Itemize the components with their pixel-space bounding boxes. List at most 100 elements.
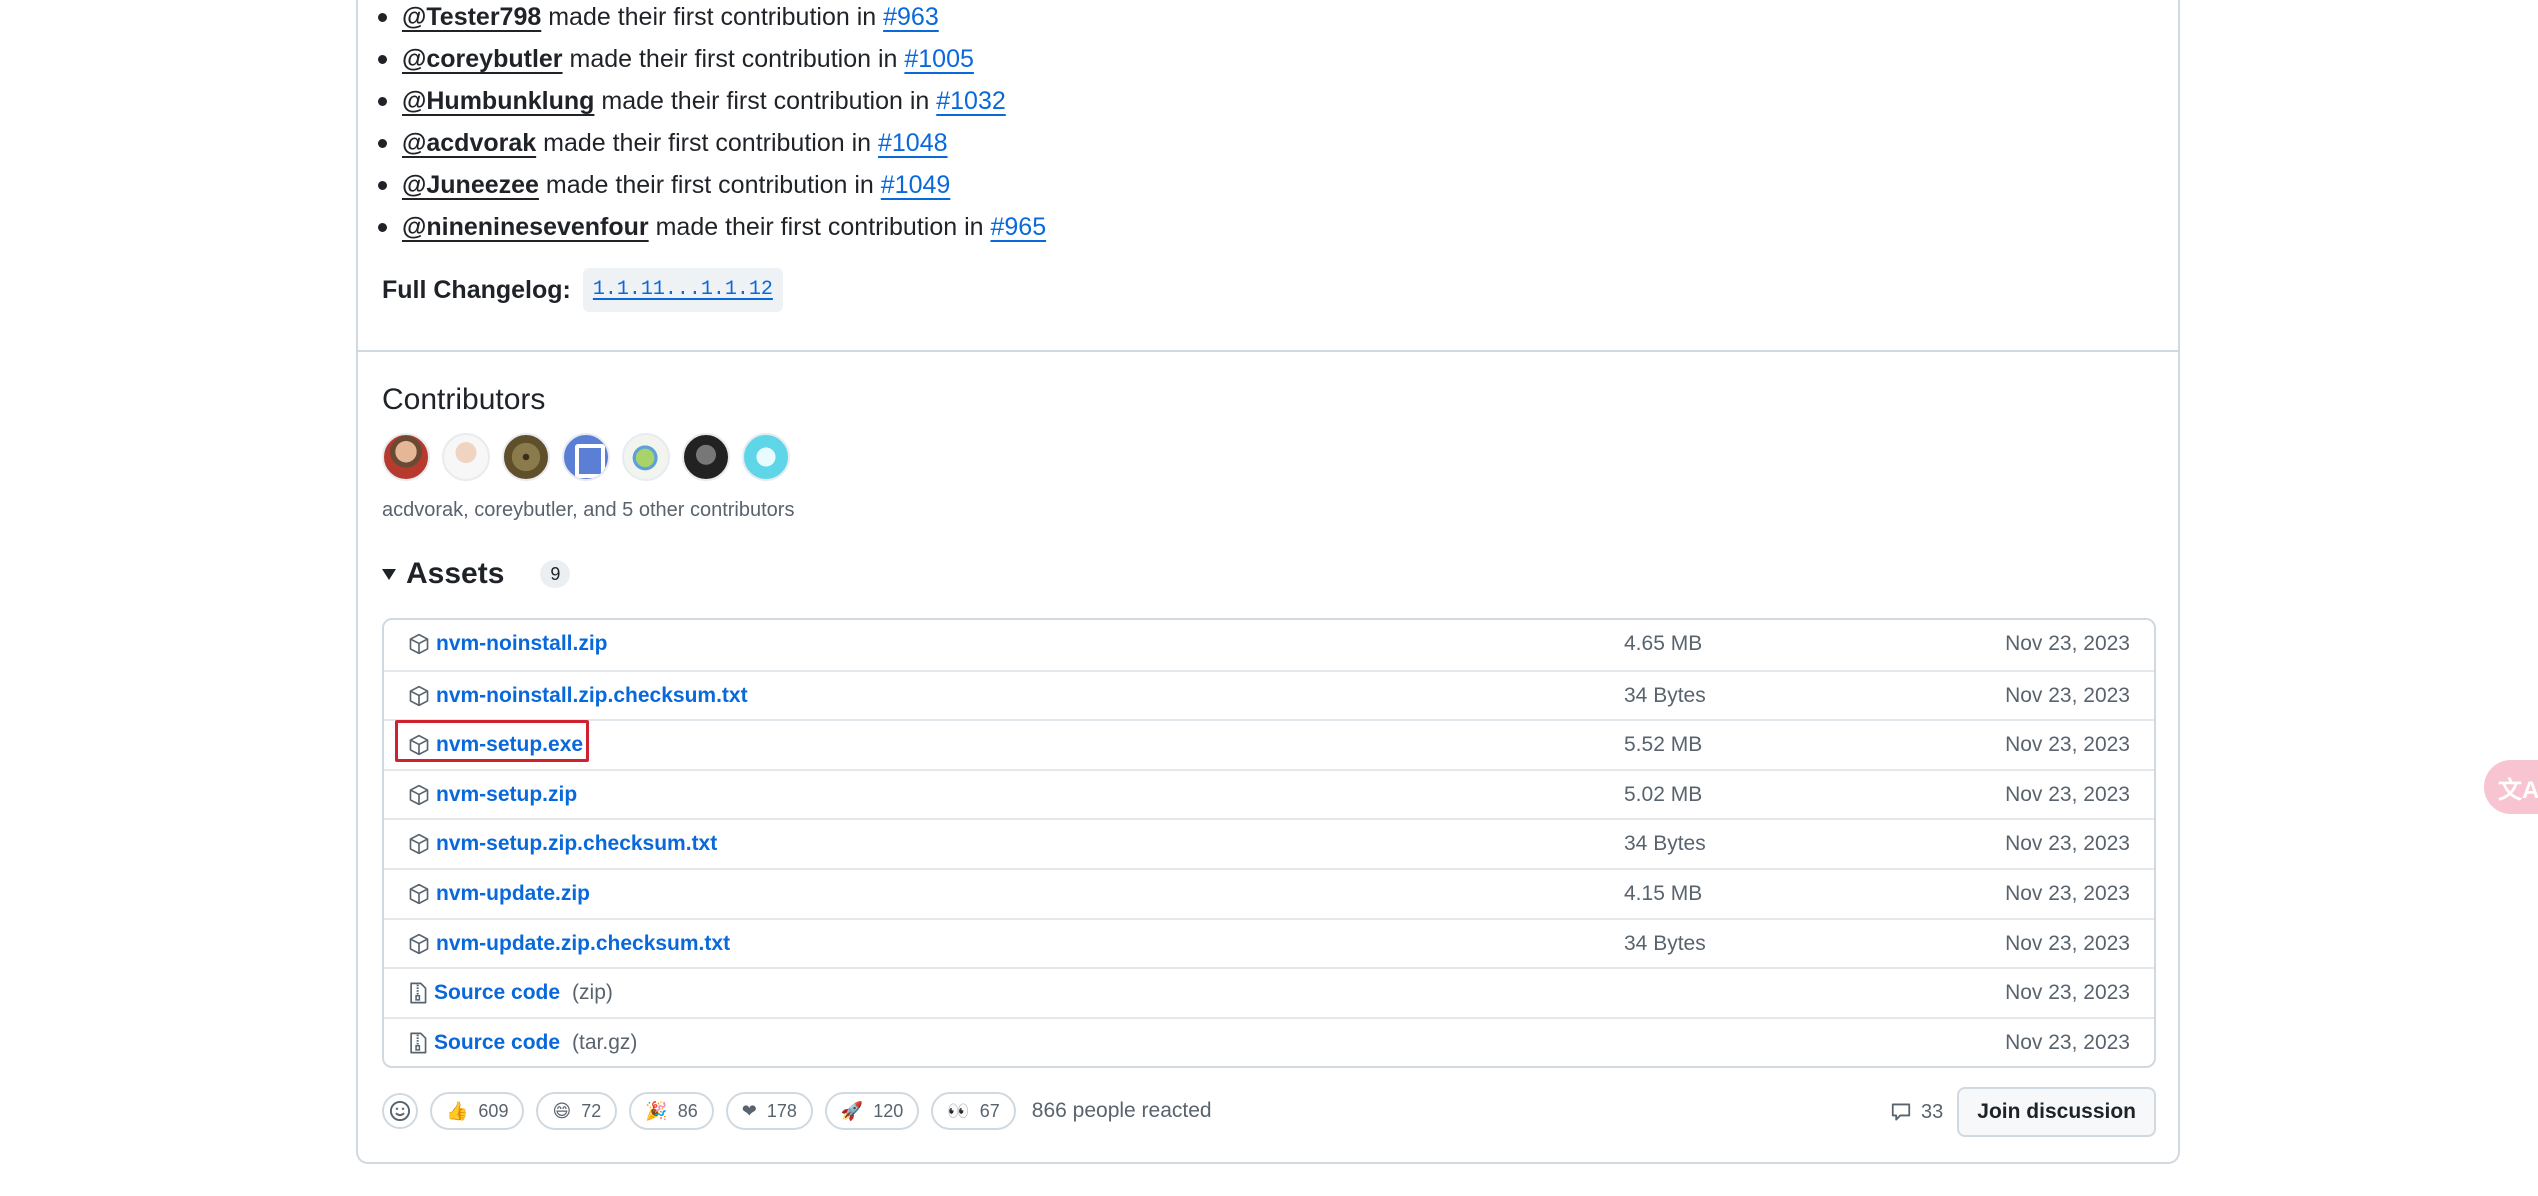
reaction-chip[interactable]: ❤ 178 bbox=[725, 1092, 813, 1130]
reactions-bar: 👍 609 😄 72 🎉 86 ❤ 178 🚀 120 👀 67 866 people reacted bbox=[382, 1092, 1212, 1130]
pull-request-link[interactable]: #1032 bbox=[936, 87, 1006, 115]
asset-link[interactable]: nvm-noinstall.zip.checksum.txt bbox=[436, 684, 748, 708]
asset-row: nvm-setup.exe 5.52 MB Nov 23, 2023 bbox=[384, 719, 2154, 769]
file-zip-icon bbox=[410, 1032, 427, 1054]
asset-size: 34 Bytes bbox=[1624, 931, 1706, 955]
package-icon bbox=[409, 883, 429, 905]
laugh-icon: 😄 bbox=[552, 1100, 572, 1122]
reaction-count: 120 bbox=[873, 1100, 904, 1121]
asset-name[interactable]: Source code (tar.gz) bbox=[408, 1019, 637, 1067]
avatar[interactable] bbox=[622, 433, 670, 481]
pull-request-link[interactable]: #965 bbox=[990, 213, 1046, 241]
user-link[interactable]: @nineninesevenfour bbox=[402, 213, 649, 241]
user-link[interactable]: @acdvorak bbox=[402, 129, 536, 157]
asset-suffix: (tar.gz) bbox=[572, 1030, 638, 1054]
user-link[interactable]: @Humbunklung bbox=[402, 87, 594, 115]
reactions-summary: 866 people reacted bbox=[1031, 1099, 1212, 1122]
full-changelog-label: Full Changelog: bbox=[382, 276, 571, 304]
discussion-area: 33 Join discussion bbox=[1889, 1087, 2156, 1137]
asset-row: Source code (tar.gz) Nov 23, 2023 bbox=[384, 1016, 2154, 1067]
asset-link[interactable]: nvm-noinstall.zip bbox=[436, 632, 608, 656]
translate-icon: 文A bbox=[2498, 776, 2538, 804]
asset-link[interactable]: nvm-setup.zip.checksum.txt bbox=[436, 832, 717, 856]
asset-name[interactable]: nvm-update.zip bbox=[408, 870, 590, 918]
file-zip-icon bbox=[410, 982, 427, 1004]
pull-request-link[interactable]: #1049 bbox=[881, 171, 951, 199]
thumbs-up-icon: 👍 bbox=[446, 1100, 469, 1122]
contribution-text: made their first contribution in bbox=[648, 213, 991, 241]
assets-toggle[interactable]: Assets 9 bbox=[382, 552, 571, 596]
compare-link[interactable]: 1.1.11...1.1.12 bbox=[582, 268, 783, 312]
list-item: @acdvorak made their first contribution … bbox=[377, 126, 1046, 168]
contributors-heading: Contributors bbox=[382, 383, 546, 416]
asset-row: Source code (zip) Nov 23, 2023 bbox=[384, 967, 2154, 1017]
comment-count[interactable]: 33 bbox=[1889, 1101, 1943, 1124]
hooray-icon: 🎉 bbox=[645, 1100, 668, 1122]
asset-link[interactable]: nvm-setup.exe bbox=[436, 733, 583, 757]
asset-date: Nov 23, 2023 bbox=[2005, 931, 2130, 955]
comment-icon bbox=[1891, 1103, 1911, 1121]
contribution-text: made their first contribution in bbox=[594, 87, 937, 115]
asset-row: nvm-setup.zip 5.02 MB Nov 23, 2023 bbox=[384, 768, 2154, 819]
asset-date: Nov 23, 2023 bbox=[2005, 981, 2130, 1005]
user-link[interactable]: @Tester798 bbox=[402, 3, 541, 31]
avatar[interactable] bbox=[682, 433, 730, 481]
assets-list: nvm-noinstall.zip 4.65 MB Nov 23, 2023 nvm-… bbox=[382, 618, 2156, 1068]
package-icon bbox=[409, 933, 429, 954]
user-link[interactable]: @Juneezee bbox=[402, 171, 539, 199]
reaction-chip[interactable]: 👍 609 bbox=[430, 1092, 525, 1130]
list-item: @Juneezee made their first contribution … bbox=[377, 168, 1046, 210]
asset-name[interactable]: nvm-noinstall.zip bbox=[408, 620, 608, 668]
asset-name[interactable]: nvm-noinstall.zip.checksum.txt bbox=[408, 672, 748, 720]
asset-size: 4.65 MB bbox=[1624, 632, 1703, 655]
asset-name[interactable]: nvm-update.zip.checksum.txt bbox=[408, 920, 730, 968]
package-icon bbox=[409, 633, 429, 655]
asset-row: nvm-update.zip.checksum.txt 34 Bytes Nov 2… bbox=[384, 917, 2154, 968]
avatar[interactable] bbox=[442, 433, 490, 481]
asset-date: Nov 23, 2023 bbox=[2005, 1030, 2130, 1054]
asset-link[interactable]: nvm-update.zip.checksum.txt bbox=[436, 932, 730, 956]
pull-request-link[interactable]: #963 bbox=[883, 3, 939, 31]
user-link[interactable]: @coreybutler bbox=[402, 45, 563, 73]
contribution-text: made their first contribution in bbox=[562, 45, 905, 73]
add-reaction-button[interactable] bbox=[382, 1093, 418, 1129]
asset-link[interactable]: Source code bbox=[434, 1031, 560, 1055]
asset-size: 5.02 MB bbox=[1624, 782, 1703, 806]
translate-widget[interactable]: 文A bbox=[2484, 760, 2538, 814]
asset-link[interactable]: nvm-setup.zip bbox=[436, 783, 577, 807]
asset-date: Nov 23, 2023 bbox=[2005, 683, 2130, 707]
avatar[interactable] bbox=[382, 433, 430, 481]
contributors-summary[interactable]: acdvorak, coreybutler, and 5 other contr… bbox=[382, 496, 794, 524]
contribution-text: made their first contribution in bbox=[536, 129, 878, 157]
asset-row: nvm-setup.zip.checksum.txt 34 Bytes Nov 23… bbox=[384, 818, 2154, 868]
pull-request-link[interactable]: #1005 bbox=[904, 45, 974, 73]
list-item: @coreybutler made their first contributi… bbox=[377, 42, 1046, 84]
full-changelog: Full Changelog: 1.1.11...1.1.12 bbox=[382, 268, 783, 312]
reaction-chip[interactable]: 👀 67 bbox=[931, 1092, 1016, 1130]
asset-name[interactable]: Source code (zip) bbox=[408, 969, 613, 1017]
avatar[interactable] bbox=[502, 433, 550, 481]
package-icon bbox=[409, 784, 429, 805]
triangle-down-icon bbox=[382, 568, 396, 580]
reaction-count: 609 bbox=[478, 1100, 509, 1121]
asset-suffix: (zip) bbox=[572, 981, 613, 1005]
list-item: @Humbunklung made their first contributi… bbox=[377, 84, 1046, 126]
asset-name[interactable]: nvm-setup.zip bbox=[408, 771, 577, 819]
reaction-chip[interactable]: 😄 72 bbox=[536, 1092, 618, 1130]
heart-icon: ❤ bbox=[741, 1100, 757, 1122]
asset-name[interactable]: nvm-setup.zip.checksum.txt bbox=[408, 820, 717, 868]
reaction-count: 67 bbox=[979, 1100, 1000, 1121]
reaction-chip[interactable]: 🎉 86 bbox=[629, 1092, 714, 1130]
asset-name[interactable]: nvm-setup.exe bbox=[408, 721, 583, 769]
avatar[interactable] bbox=[562, 433, 610, 481]
asset-row: nvm-noinstall.zip 4.65 MB Nov 23, 2023 bbox=[384, 620, 2154, 670]
asset-date: Nov 23, 2023 bbox=[2005, 832, 2130, 856]
reaction-chip[interactable]: 🚀 120 bbox=[824, 1092, 920, 1130]
asset-size: 5.52 MB bbox=[1624, 733, 1703, 757]
asset-link[interactable]: nvm-update.zip bbox=[436, 882, 590, 906]
pull-request-link[interactable]: #1048 bbox=[878, 129, 948, 157]
join-discussion-button[interactable]: Join discussion bbox=[1957, 1087, 2156, 1137]
asset-link[interactable]: Source code bbox=[434, 981, 560, 1005]
avatar[interactable] bbox=[742, 433, 790, 481]
list-item: @Tester798 made their first contribution… bbox=[377, 0, 1046, 42]
